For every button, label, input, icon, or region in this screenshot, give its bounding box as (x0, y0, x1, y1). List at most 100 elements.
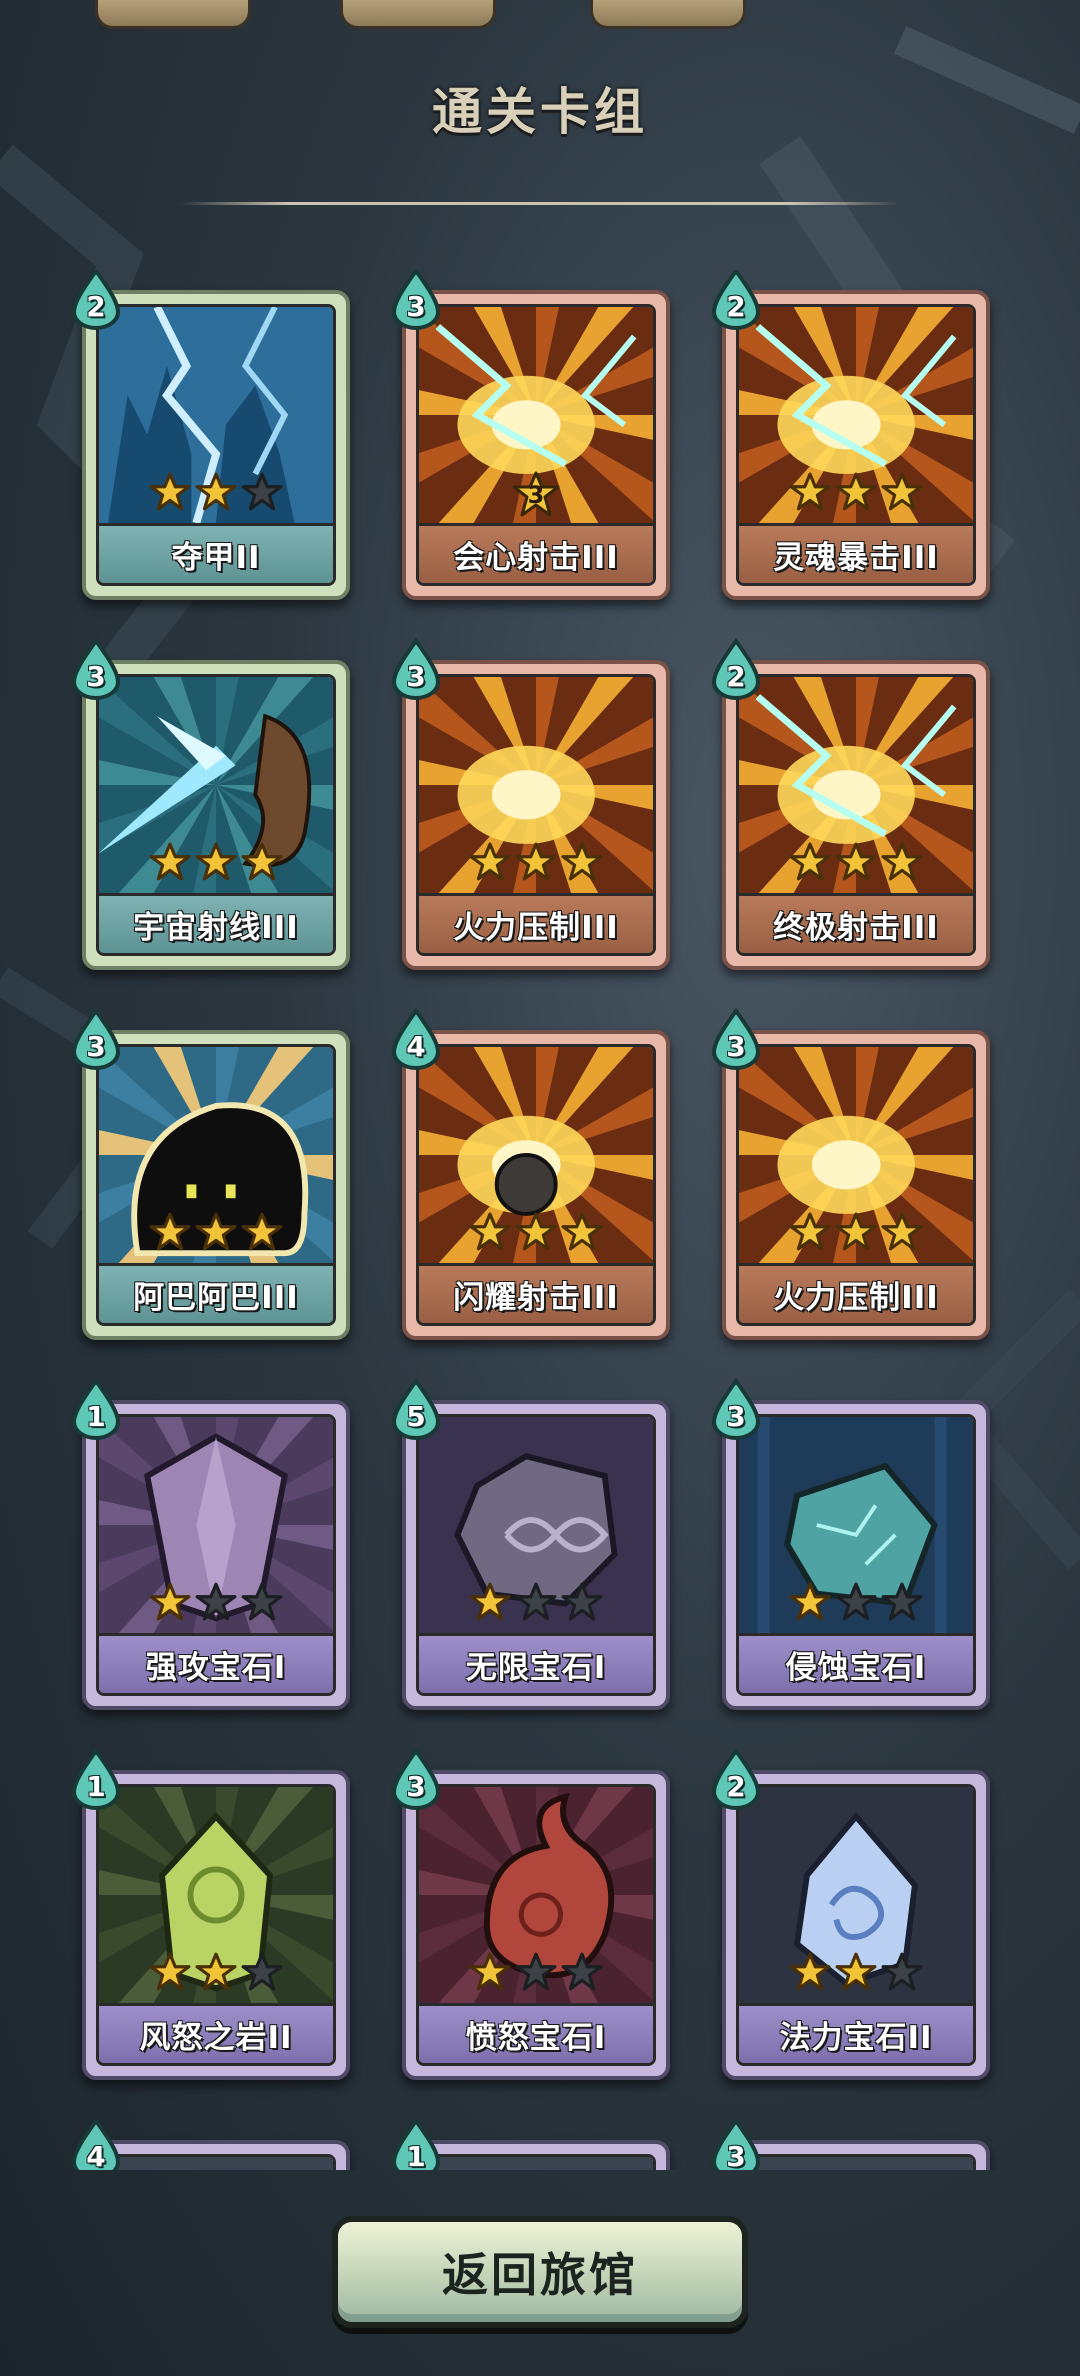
card-frame: 火力压制III (736, 1044, 976, 1326)
deck-card[interactable]: 愤怒宝石I 3 (391, 1747, 670, 2080)
mana-cost-badge: 3 (710, 2117, 762, 2170)
mana-cost-value: 3 (726, 1400, 746, 1433)
card-frame: 法力宝石II (736, 1784, 976, 2066)
card-art (99, 2157, 333, 2170)
card-frame: 火力压制III (416, 674, 656, 956)
card-name: 闪耀射击III (453, 1280, 619, 1316)
deck-card[interactable]: 闪耀射击III 4 (391, 1007, 670, 1340)
deck-card[interactable]: 侵蚀宝石I 3 (711, 1377, 990, 1710)
mana-cost-value: 3 (406, 660, 426, 693)
star-rating (99, 841, 333, 883)
card-frame: 风怒之岩II (96, 1784, 336, 2066)
deck-card[interactable]: 夺甲II 2 (71, 270, 350, 600)
star-rating (99, 1211, 333, 1253)
card-frame: 愤怒宝石I (416, 1784, 656, 2066)
deck-card[interactable]: 3 会心射击III 3 (391, 270, 670, 600)
mana-cost-badge: 3 (710, 1007, 762, 1070)
card-name-plate: 火力压制III (739, 1263, 973, 1323)
mana-cost-badge: 5 (390, 1377, 442, 1440)
card-name-plate: 灵魂暴击III (739, 523, 973, 583)
card-name-plate: 愤怒宝石I (419, 2003, 653, 2063)
mana-cost-badge: 1 (70, 1377, 122, 1440)
deck-card[interactable]: 法力宝石II 2 (711, 1747, 990, 2080)
card-name-plate: 强攻宝石I (99, 1633, 333, 1693)
deck-card[interactable]: 3 (711, 2117, 990, 2170)
deck-card[interactable]: 终极射击III 2 (711, 637, 990, 970)
deck-card[interactable]: 1 (391, 2117, 670, 2170)
card-name: 强攻宝石I (145, 1650, 287, 1686)
card-name: 火力压制III (453, 910, 619, 946)
card-name-plate: 侵蚀宝石I (739, 1633, 973, 1693)
deck-card[interactable]: 宇宙射线III 3 (71, 637, 350, 970)
card-name: 会心射击III (453, 540, 619, 576)
deck-card[interactable]: 阿巴阿巴III 3 (71, 1007, 350, 1340)
mana-cost-badge: 4 (70, 2117, 122, 2170)
star-rating (99, 1951, 333, 1993)
deck-card[interactable]: 灵魂暴击III 2 (711, 270, 990, 600)
deck-card[interactable]: 强攻宝石I 1 (71, 1377, 350, 1710)
card-frame: 夺甲II (96, 304, 336, 586)
mana-cost-value: 3 (726, 2140, 746, 2170)
star-rating (739, 471, 973, 513)
return-to-inn-label: 返回旅馆 (442, 2248, 638, 2302)
card-name: 夺甲II (171, 540, 261, 576)
page-title: 通关卡组 (432, 83, 648, 141)
mana-cost-badge: 3 (70, 637, 122, 700)
card-name-plate: 风怒之岩II (99, 2003, 333, 2063)
deck-card[interactable]: 火力压制III 3 (391, 637, 670, 970)
deck-card[interactable]: 4 (71, 2117, 350, 2170)
tab-stub[interactable] (95, 0, 251, 29)
card-frame (416, 2154, 656, 2170)
star-rating (419, 841, 653, 883)
deck-card-grid: 夺甲II 2 3 会心射击III 3 灵魂暴击III 2 宇宙射线III 3 火… (0, 270, 1080, 2170)
card-frame: 终极射击III (736, 674, 976, 956)
mana-cost-value: 4 (406, 1030, 426, 1063)
mana-cost-value: 3 (406, 290, 426, 323)
mana-cost-value: 2 (726, 660, 746, 693)
star-rating (739, 841, 973, 883)
card-art (419, 2157, 653, 2170)
mana-cost-badge: 2 (710, 637, 762, 700)
title-divider (180, 202, 900, 205)
card-frame: 侵蚀宝石I (736, 1414, 976, 1696)
card-name-plate: 火力压制III (419, 893, 653, 953)
star-rating (739, 1951, 973, 1993)
card-frame: 3 会心射击III (416, 304, 656, 586)
card-name-plate: 会心射击III (419, 523, 653, 583)
mana-cost-value: 3 (86, 660, 106, 693)
deck-card[interactable]: 火力压制III 3 (711, 1007, 990, 1340)
deck-card[interactable]: 风怒之岩II 1 (71, 1747, 350, 2080)
star-rating (739, 1211, 973, 1253)
tab-stub[interactable] (590, 0, 746, 29)
card-frame: 闪耀射击III (416, 1044, 656, 1326)
mana-cost-value: 5 (406, 1400, 426, 1433)
mana-cost-value: 2 (726, 1770, 746, 1803)
star-rating (739, 1581, 973, 1623)
card-name-plate: 终极射击III (739, 893, 973, 953)
return-to-inn-button[interactable]: 返回旅馆 (332, 2216, 748, 2328)
star-rating (99, 471, 333, 513)
card-name: 侵蚀宝石I (785, 1650, 927, 1686)
mana-cost-badge: 2 (70, 270, 122, 330)
star-rating (419, 1581, 653, 1623)
mana-cost-badge: 3 (710, 1377, 762, 1440)
level-number: 3 (527, 481, 545, 509)
card-name-plate: 夺甲II (99, 523, 333, 583)
mana-cost-value: 2 (86, 290, 106, 323)
mana-cost-badge: 3 (70, 1007, 122, 1070)
star-rating (419, 1211, 653, 1253)
mana-cost-value: 1 (406, 2140, 426, 2170)
card-frame (736, 2154, 976, 2170)
mana-cost-value: 1 (86, 1770, 106, 1803)
card-name: 愤怒宝石I (465, 2020, 607, 2056)
card-name: 终极射击III (773, 910, 939, 946)
mana-cost-value: 3 (406, 1770, 426, 1803)
card-name: 风怒之岩II (139, 2020, 293, 2056)
deck-card[interactable]: 无限宝石I 5 (391, 1377, 670, 1710)
mana-cost-badge: 2 (710, 1747, 762, 1810)
card-frame: 灵魂暴击III (736, 304, 976, 586)
tab-stub[interactable] (340, 0, 496, 29)
mana-cost-value: 3 (726, 1030, 746, 1063)
card-name: 火力压制III (773, 1280, 939, 1316)
card-name-plate: 宇宙射线III (99, 893, 333, 953)
